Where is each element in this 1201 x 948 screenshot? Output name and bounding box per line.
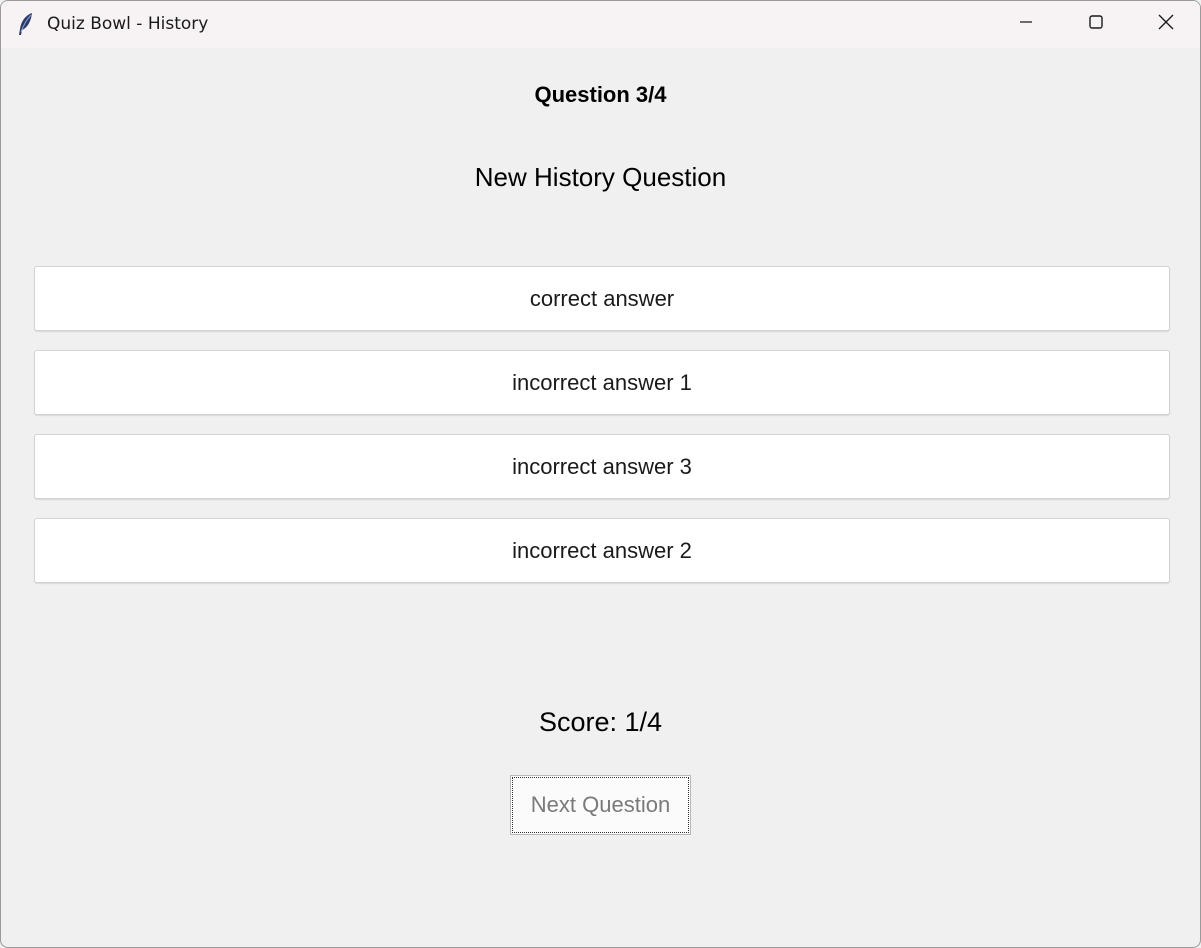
question-text: New History Question bbox=[474, 162, 727, 192]
maximize-icon bbox=[1088, 14, 1104, 35]
next-question-button[interactable]: Next Question bbox=[510, 775, 691, 835]
feather-icon bbox=[17, 12, 35, 36]
title-bar[interactable]: Quiz Bowl - History bbox=[1, 1, 1200, 48]
score-label: Score: 1/4 bbox=[538, 707, 663, 737]
answer-list: correct answer incorrect answer 1 incorr… bbox=[34, 266, 1170, 602]
answer-button-4[interactable]: incorrect answer 2 bbox=[34, 518, 1170, 583]
answer-button-1[interactable]: correct answer bbox=[34, 266, 1170, 331]
answer-button-2[interactable]: incorrect answer 1 bbox=[34, 350, 1170, 415]
answer-button-3[interactable]: incorrect answer 3 bbox=[34, 434, 1170, 499]
close-icon bbox=[1158, 14, 1174, 35]
app-window: Quiz Bowl - History Question 3/4 New His… bbox=[0, 0, 1201, 948]
maximize-button[interactable] bbox=[1061, 1, 1131, 48]
minimize-icon bbox=[1018, 14, 1034, 35]
close-button[interactable] bbox=[1131, 1, 1200, 48]
window-title: Quiz Bowl - History bbox=[47, 14, 209, 34]
minimize-button[interactable] bbox=[991, 1, 1061, 48]
question-counter: Question 3/4 bbox=[534, 82, 667, 107]
next-question-label: Next Question bbox=[530, 792, 671, 817]
